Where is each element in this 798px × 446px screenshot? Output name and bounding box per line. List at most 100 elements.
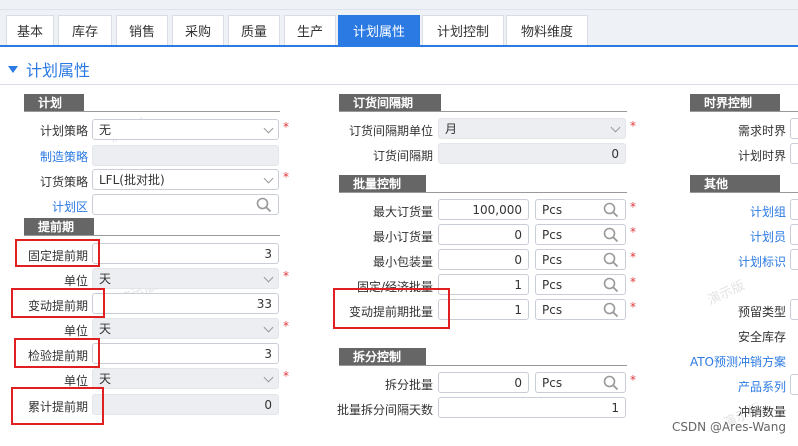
- chevron-down-icon: [610, 122, 621, 133]
- required-mark: *: [283, 319, 289, 333]
- tab-quality[interactable]: 质量: [228, 15, 280, 45]
- planner-link[interactable]: 计划员: [750, 228, 786, 245]
- search-icon[interactable]: [603, 277, 619, 293]
- min-order-label: 最小订货量: [372, 230, 433, 244]
- tab-purchase[interactable]: 采购: [172, 15, 224, 45]
- tab-plan-control[interactable]: 计划控制: [422, 15, 504, 45]
- search-icon[interactable]: [603, 302, 619, 318]
- tab-material-dimension[interactable]: 物料维度: [506, 15, 588, 45]
- plan-fence-input[interactable]: [790, 143, 798, 164]
- required-mark: *: [630, 373, 636, 387]
- fixed-lead-unit-select[interactable]: 天: [92, 268, 279, 289]
- tab-production[interactable]: 生产: [284, 15, 336, 45]
- plan-group-link[interactable]: 计划组: [750, 203, 786, 220]
- plan-strategy-select[interactable]: 无: [92, 119, 279, 140]
- split-unit-input[interactable]: Pcs: [535, 372, 626, 393]
- unit-value: Pcs: [542, 302, 563, 317]
- max-order-unit-input[interactable]: Pcs: [535, 199, 626, 220]
- interval-unit-select[interactable]: 月: [438, 118, 626, 139]
- make-strategy-field: [92, 145, 279, 166]
- section-header[interactable]: 计划属性: [8, 58, 90, 80]
- highlight-box: [11, 288, 105, 318]
- reserve-type-select[interactable]: [790, 299, 798, 320]
- chevron-down-icon: [263, 372, 274, 383]
- cumulative-lead-field: 0: [92, 394, 279, 415]
- max-order-label: 最大订货量: [372, 205, 433, 219]
- tab-inventory[interactable]: 库存: [58, 15, 112, 45]
- unit-value: 天: [99, 272, 112, 286]
- section-divider: [0, 84, 798, 85]
- tab-basic[interactable]: 基本: [6, 15, 54, 45]
- min-order-input[interactable]: 0: [438, 224, 529, 245]
- group-divider: [339, 365, 627, 366]
- inspect-lead-unit-select[interactable]: 天: [92, 368, 279, 389]
- unit-label: 单位: [63, 324, 88, 338]
- eco-batch-unit-input[interactable]: Pcs: [535, 274, 626, 295]
- group-title-split: 拆分控制: [339, 348, 426, 365]
- plan-zone-input[interactable]: [92, 194, 279, 215]
- search-icon[interactable]: [603, 375, 619, 391]
- split-days-input[interactable]: 1: [438, 397, 626, 418]
- top-strip: [0, 0, 798, 10]
- group-title-plan: 计划: [24, 94, 84, 111]
- search-icon[interactable]: [603, 252, 619, 268]
- collapse-arrow-icon[interactable]: [8, 65, 18, 73]
- plan-group-input[interactable]: [790, 199, 798, 220]
- min-order-unit-input[interactable]: Pcs: [535, 224, 626, 245]
- variable-lead-input[interactable]: 33: [92, 293, 279, 314]
- order-strategy-select[interactable]: LFL(批对批): [92, 169, 279, 190]
- required-mark: *: [630, 275, 636, 289]
- group-title-other: 其他: [690, 175, 780, 192]
- required-mark: *: [283, 269, 289, 283]
- highlight-box: [14, 338, 100, 368]
- demand-fence-input[interactable]: [790, 118, 798, 139]
- make-strategy-link[interactable]: 制造策略: [40, 148, 88, 165]
- split-qty-input[interactable]: 0: [438, 372, 529, 393]
- planner-input[interactable]: [790, 224, 798, 245]
- group-divider: [339, 111, 627, 112]
- highlight-box: [333, 288, 450, 329]
- unit-value: Pcs: [542, 227, 563, 242]
- search-icon[interactable]: [603, 227, 619, 243]
- plan-zone-link[interactable]: 计划区: [52, 198, 88, 215]
- tab-sales[interactable]: 销售: [116, 15, 168, 45]
- group-divider: [24, 111, 280, 112]
- unit-label: 单位: [63, 274, 88, 288]
- split-days-label: 批量拆分间隔天数: [336, 403, 433, 417]
- lead-batch-unit-input[interactable]: Pcs: [535, 299, 626, 320]
- eco-batch-input[interactable]: 1: [438, 274, 529, 295]
- order-strategy-label: 订货策略: [39, 175, 88, 189]
- chevron-down-icon: [263, 123, 274, 134]
- product-series-input[interactable]: [790, 374, 798, 395]
- unit-value: Pcs: [542, 202, 563, 217]
- inspect-lead-input[interactable]: 3: [92, 343, 279, 364]
- group-divider: [339, 192, 627, 193]
- variable-lead-unit-select[interactable]: 天: [92, 318, 279, 339]
- product-series-link[interactable]: 产品系列: [738, 378, 786, 395]
- chevron-down-icon: [263, 322, 274, 333]
- group-divider: [690, 192, 798, 193]
- tab-plan-attributes[interactable]: 计划属性: [338, 15, 420, 45]
- required-mark: *: [630, 119, 636, 133]
- safety-stock-label: 安全库存: [737, 330, 786, 344]
- group-title-lead: 提前期: [24, 218, 94, 235]
- unit-value: Pcs: [542, 252, 563, 267]
- reserve-type-label: 预留类型: [737, 305, 786, 319]
- min-pack-input[interactable]: 0: [438, 249, 529, 270]
- chevron-down-icon: [263, 272, 274, 283]
- min-pack-unit-input[interactable]: Pcs: [535, 249, 626, 270]
- plan-mark-input[interactable]: [790, 249, 798, 270]
- group-divider: [24, 235, 280, 236]
- group-title-fence: 时界控制: [690, 94, 780, 111]
- required-mark: *: [630, 300, 636, 314]
- required-mark: *: [630, 200, 636, 214]
- search-icon[interactable]: [256, 197, 272, 213]
- lead-batch-input[interactable]: 1: [438, 299, 529, 320]
- footer-credit: CSDN @Ares-Wang: [671, 420, 786, 434]
- fixed-lead-input[interactable]: 3: [92, 243, 279, 264]
- plan-strategy-value: 无: [99, 123, 112, 137]
- plan-mark-link[interactable]: 计划标识: [738, 253, 786, 270]
- search-icon[interactable]: [603, 202, 619, 218]
- max-order-input[interactable]: 100,000: [438, 199, 529, 220]
- ato-forecast-link[interactable]: ATO预测冲销方案: [690, 353, 786, 370]
